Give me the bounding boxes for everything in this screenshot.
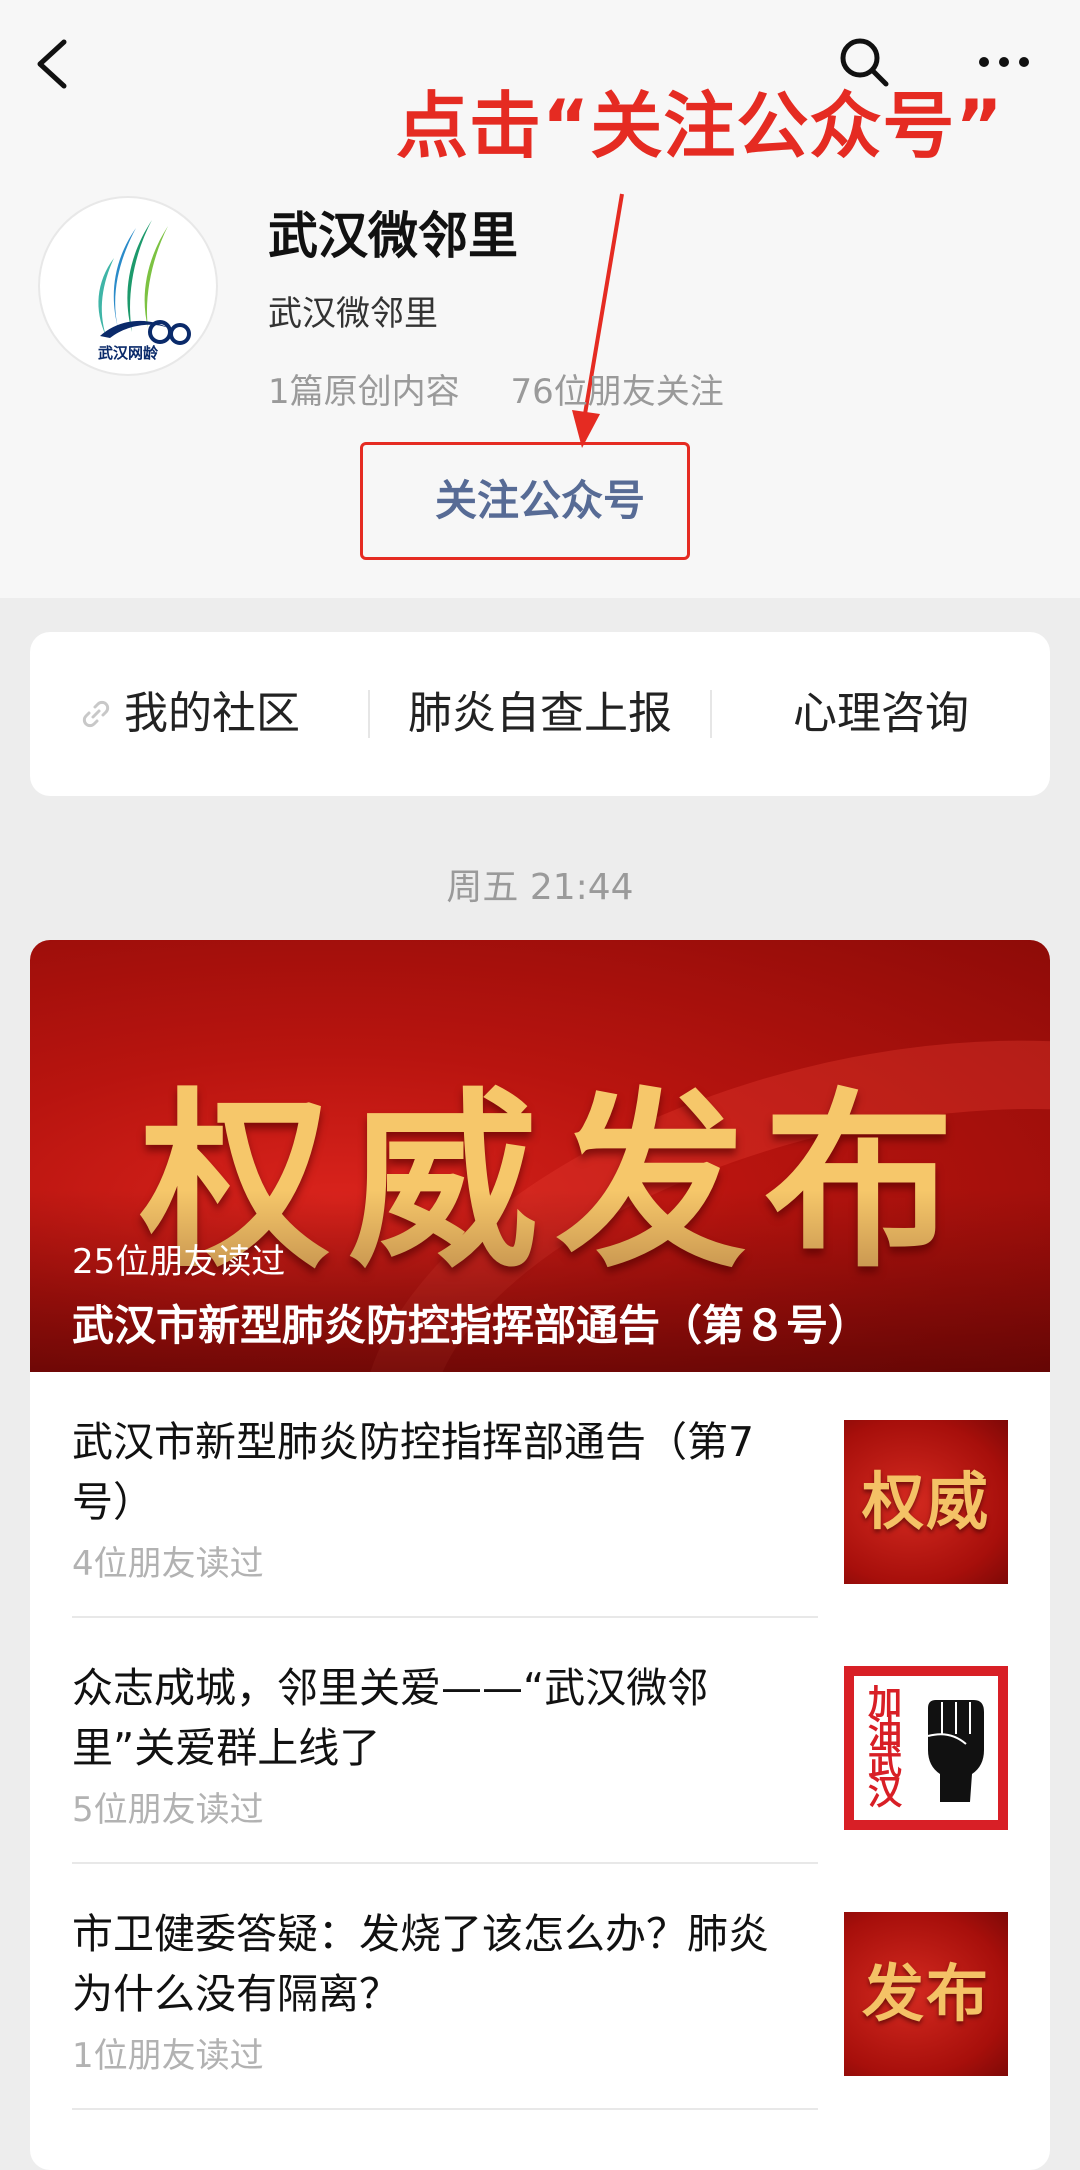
feature-read-count: 25位朋友读过: [72, 1242, 286, 1282]
article-thumbnail: 发布: [844, 1912, 1008, 2076]
account-header: 点击“关注公众号” 武汉网龄 武汉微邻里 武汉微邻里 1篇原创内容 76位朋友关…: [0, 0, 1080, 598]
article-thumbnail: 权威: [844, 1420, 1008, 1584]
article-thumbnail: 加油武汉: [844, 1666, 1008, 1830]
thumbnail-text: 加油武汉: [868, 1683, 902, 1813]
link-icon: [82, 700, 110, 728]
account-stats: 1篇原创内容 76位朋友关注: [268, 364, 724, 413]
article-row[interactable]: 市卫健委答疑：发烧了该怎么办？肺炎为什么没有隔离？ 1位朋友读过 发布: [72, 1864, 1008, 2110]
article-title: 市卫健委答疑：发烧了该怎么办？肺炎为什么没有隔离？: [72, 1910, 769, 2018]
feature-title: 武汉市新型肺炎防控指挥部通告（第８号）: [72, 1301, 871, 1350]
article-row[interactable]: 武汉市新型肺炎防控指挥部通告（第7号） 4位朋友读过 权威: [72, 1372, 1008, 1618]
instruction-annotation: 点击“关注公众号”: [396, 84, 1004, 168]
menu-item-my-community[interactable]: 我的社区: [124, 632, 364, 796]
back-arrow-icon[interactable]: [30, 36, 74, 92]
row-divider: [72, 2108, 818, 2110]
message-timestamp: 周五 21:44: [446, 867, 634, 908]
custom-menu: 我的社区 肺炎自查上报 心理咨询: [30, 632, 1050, 796]
article-read-count: 5位朋友读过: [72, 1790, 264, 1830]
menu-item-psych-consult[interactable]: 心理咨询: [712, 632, 1050, 796]
follow-button[interactable]: 关注公众号: [363, 445, 687, 557]
follow-highlight-box: 关注公众号: [360, 442, 690, 560]
feature-article[interactable]: 权威发布 25位朋友读过 武汉市新型肺炎防控指挥部通告（第８号）: [30, 940, 1050, 1372]
avatar-caption: 武汉网龄: [97, 344, 158, 362]
article-read-count: 1位朋友读过: [72, 2036, 264, 2076]
follower-count: 76位朋友关注: [510, 372, 724, 412]
account-name: 武汉微邻里: [268, 207, 518, 265]
article-title: 武汉市新型肺炎防控指挥部通告（第7号）: [72, 1418, 755, 1526]
thumbnail-text: 权威: [861, 1465, 990, 1538]
article-row[interactable]: 众志成城，邻里关爱——“武汉微邻里”关爱群上线了 5位朋友读过 加油武汉: [72, 1618, 1008, 1864]
article-title: 众志成城，邻里关爱——“武汉微邻里”关爱群上线了: [72, 1664, 709, 1772]
menu-item-pneumonia-report[interactable]: 肺炎自查上报: [370, 632, 710, 796]
article-read-count: 4位朋友读过: [72, 1544, 264, 1584]
more-icon[interactable]: [976, 52, 1032, 72]
article-group-card: 权威发布 25位朋友读过 武汉市新型肺炎防控指挥部通告（第８号） 武汉市新型肺炎…: [30, 940, 1050, 2170]
account-avatar[interactable]: 武汉网龄: [40, 198, 216, 374]
raised-fist-icon: [927, 1700, 984, 1802]
original-content-count: 1篇原创内容: [268, 372, 460, 412]
thumbnail-text: 发布: [861, 1957, 990, 2030]
account-subtitle: 武汉微邻里: [268, 294, 438, 334]
